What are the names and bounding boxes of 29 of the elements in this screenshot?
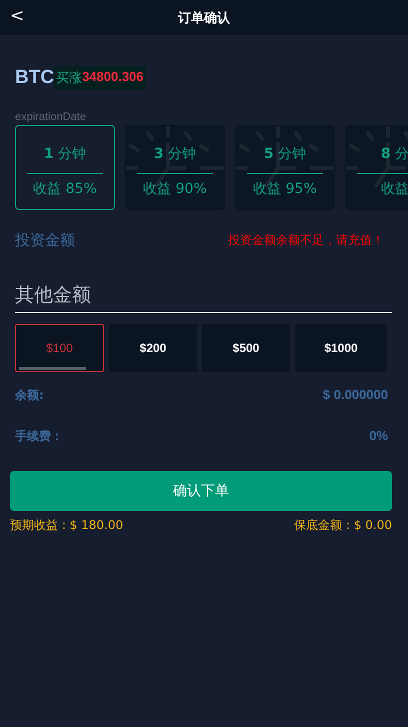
balance-warning: 投资金额余额不足，请充值！: [228, 232, 384, 249]
profit-text: 收益 85%: [33, 180, 97, 198]
profit-text: 收益 90%: [143, 180, 207, 198]
profit-text: 收益 95%: [253, 180, 317, 198]
duration-text: 3 分钟: [154, 145, 196, 163]
detail-value: 0%: [369, 428, 388, 445]
duration-card[interactable]: 1 分钟 收益 85%: [15, 125, 115, 210]
price-value: 34800.306: [82, 69, 144, 86]
confirm-order-button[interactable]: 确认下单: [10, 471, 392, 511]
amount-input[interactable]: 其他金额: [15, 284, 392, 313]
page-title: 订单确认: [178, 10, 230, 26]
expiration-label: expirationDate: [15, 111, 87, 123]
duration-text: 1 分钟: [44, 145, 86, 163]
amount-option[interactable]: $200: [109, 324, 197, 372]
back-button[interactable]: <: [10, 6, 24, 26]
direction-label: 买涨: [56, 69, 82, 87]
guaranteed-amount: 保底金额 : $ 0.00: [294, 517, 392, 534]
detail-label: 余额:: [15, 387, 44, 404]
duration-text: 5 分钟: [264, 145, 306, 163]
amount-option[interactable]: $100: [15, 324, 104, 372]
duration-card[interactable]: 3 分钟 收益 90%: [125, 125, 225, 210]
amount-option[interactable]: $1000: [295, 324, 387, 372]
asset-symbol: BTC: [15, 67, 54, 89]
detail-label: 手续费：: [15, 428, 63, 445]
expected-profit: 预期收益 : $ 180.00: [10, 517, 124, 534]
duration-card[interactable]: 5 分钟 收益 95%: [235, 125, 335, 210]
amount-option[interactable]: $500: [202, 324, 290, 372]
detail-value: $ 0.000000: [322, 387, 388, 404]
investment-label: 投资金额: [15, 231, 75, 250]
